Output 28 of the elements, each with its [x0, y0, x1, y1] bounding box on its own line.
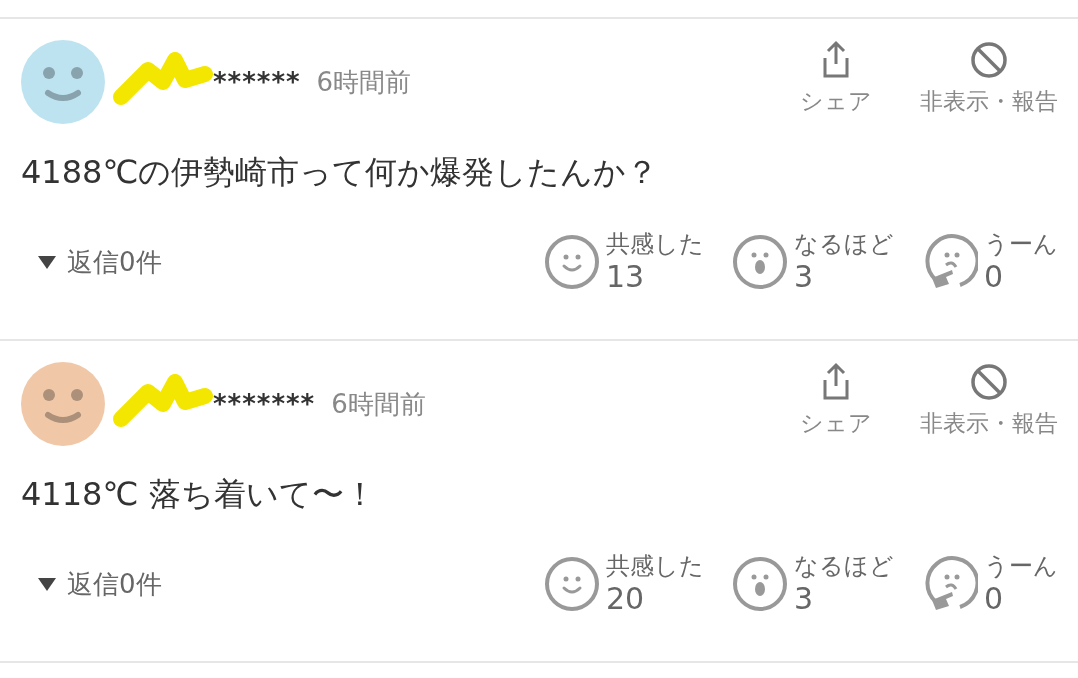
hide-report-button[interactable]: 非表示・報告 — [920, 40, 1058, 119]
caret-icon — [37, 254, 57, 271]
reaction-button[interactable]: 共感した 20 — [544, 552, 704, 617]
block-icon — [969, 362, 1009, 402]
think-face-icon — [922, 556, 978, 613]
comment-text: 4188℃の伊勢崎市って何か爆発したんか？ — [21, 152, 660, 193]
share-button[interactable]: シェア — [800, 40, 872, 119]
smile-face-icon — [544, 556, 600, 613]
username: ******* — [213, 387, 316, 421]
post-time: 6時間前 — [316, 65, 412, 99]
username: ****** — [213, 65, 301, 99]
comment-text: 4118℃ 落ち着いて〜！ — [21, 474, 377, 515]
caret-icon — [37, 576, 57, 593]
think-face-icon — [922, 234, 978, 291]
reaction-button[interactable]: うーん 0 — [922, 230, 1058, 295]
replies-toggle[interactable]: 返信0件 — [37, 564, 162, 604]
reaction-button[interactable]: 共感した 13 — [544, 230, 704, 295]
post-time: 6時間前 — [331, 387, 426, 421]
hide-report-button[interactable]: 非表示・報告 — [920, 362, 1058, 441]
surprise-face-icon — [732, 234, 788, 291]
reaction-button[interactable]: なるほど 3 — [732, 230, 894, 295]
replies-toggle[interactable]: 返信0件 — [37, 242, 162, 282]
surprise-face-icon — [732, 556, 788, 613]
share-button[interactable]: シェア — [800, 362, 872, 441]
reaction-button[interactable]: うーん 0 — [922, 552, 1058, 617]
reaction-button[interactable]: なるほど 3 — [732, 552, 894, 617]
block-icon — [969, 40, 1009, 80]
smile-face-icon — [544, 234, 600, 291]
